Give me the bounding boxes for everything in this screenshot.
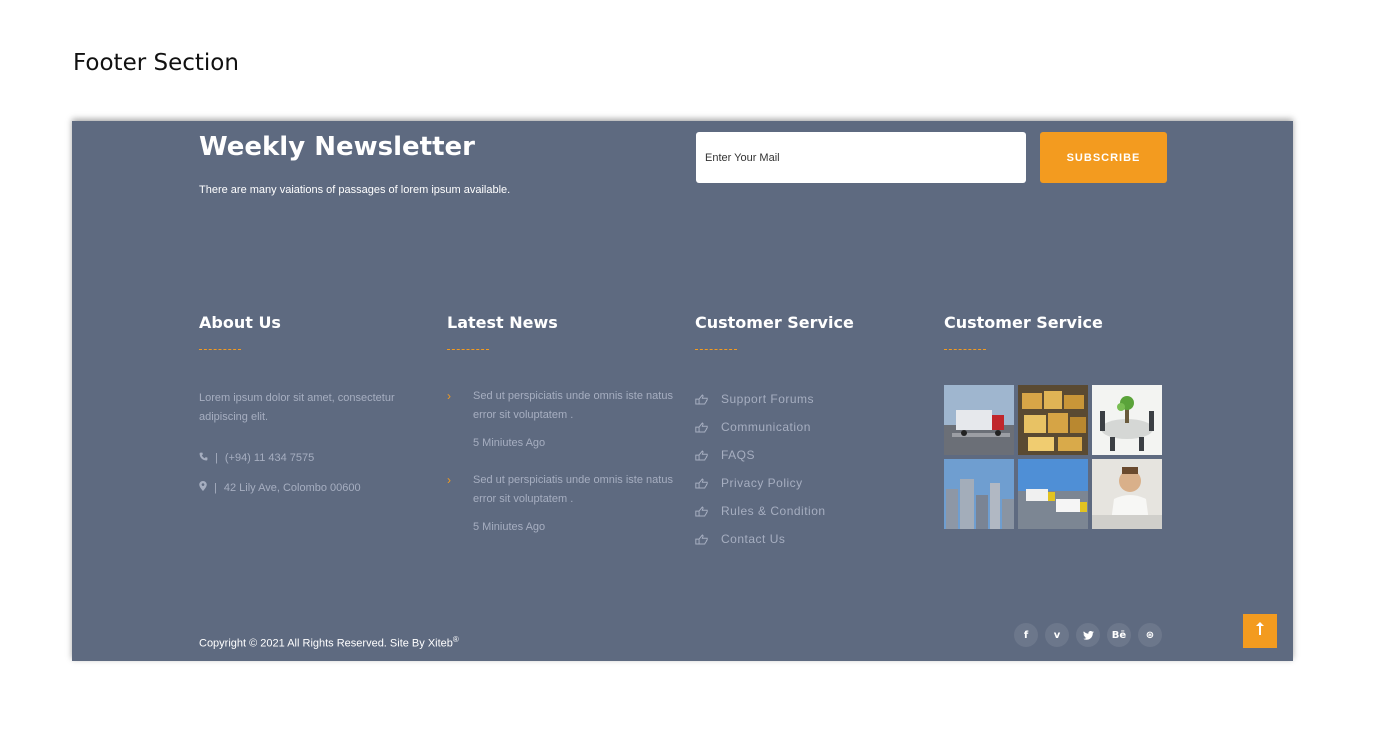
address-row: | 42 Lily Ave, Colombo 00600 (199, 481, 361, 494)
copyright: Copyright © 2021 All Rights Reserved. Si… (199, 635, 459, 650)
hand-pointing-icon (695, 533, 721, 545)
news-title: Latest News (447, 313, 558, 332)
news-divider (447, 349, 489, 350)
service-link-label: Support Forums (721, 392, 815, 406)
news-text[interactable]: Sed ut perspiciatis unde omnis iste natu… (473, 471, 678, 509)
service-link-rules-condition[interactable]: Rules & Condition (695, 497, 826, 525)
hand-pointing-icon (695, 393, 721, 405)
service-link-label: Contact Us (721, 532, 786, 546)
gallery-image-warehouse[interactable] (1018, 385, 1088, 455)
address-separator: | (214, 481, 217, 494)
gallery-title: Customer Service (944, 313, 1103, 332)
about-divider (199, 349, 241, 350)
social-links: f v Bē ⊛ (1014, 623, 1162, 647)
behance-icon[interactable]: Bē (1107, 623, 1131, 647)
service-link-label: Communication (721, 420, 811, 434)
copyright-text: Copyright © 2021 All Rights Reserved. Si… (199, 637, 453, 650)
service-title: Customer Service (695, 313, 854, 332)
arrow-up-icon (1256, 622, 1264, 640)
newsletter-subtitle: There are many vaiations of passages of … (199, 184, 511, 196)
service-link-privacy-policy[interactable]: Privacy Policy (695, 469, 826, 497)
hand-pointing-icon (695, 449, 721, 461)
service-divider (695, 349, 737, 350)
about-text: Lorem ipsum dolor sit amet, consectetur … (199, 392, 395, 423)
phone-icon (199, 452, 208, 464)
service-link-label: Rules & Condition (721, 504, 826, 518)
subscribe-button[interactable]: SUBSCRIBE (1040, 132, 1167, 183)
news-item[interactable]: › Sed ut perspiciatis unde omnis iste na… (447, 387, 677, 457)
phone-row: | (+94) 11 434 7575 (199, 452, 314, 464)
service-list: Support Forums Communication FAQS Privac… (695, 385, 826, 553)
hand-pointing-icon (695, 477, 721, 489)
back-to-top-button[interactable] (1243, 614, 1277, 648)
service-link-communication[interactable]: Communication (695, 413, 826, 441)
gallery-divider (944, 349, 986, 350)
map-marker-icon (199, 481, 207, 494)
service-link-faqs[interactable]: FAQS (695, 441, 826, 469)
gallery-image-truck[interactable] (944, 385, 1014, 455)
vimeo-icon[interactable]: v (1045, 623, 1069, 647)
news-item[interactable]: › Sed ut perspiciatis unde omnis iste na… (447, 471, 677, 541)
gallery-image-trucks[interactable] (1018, 459, 1088, 529)
service-link-support-forums[interactable]: Support Forums (695, 385, 826, 413)
hand-pointing-icon (695, 421, 721, 433)
twitter-icon[interactable] (1076, 623, 1100, 647)
service-link-contact-us[interactable]: Contact Us (695, 525, 826, 553)
phone-number: (+94) 11 434 7575 (224, 452, 315, 464)
service-link-label: FAQS (721, 448, 756, 462)
gallery-image-city[interactable] (944, 459, 1014, 529)
gallery-image-businessman[interactable] (1092, 459, 1162, 529)
phone-separator: | (215, 452, 218, 464)
about-title: About Us (199, 313, 281, 332)
registered-mark: ® (452, 635, 459, 644)
page-heading: Footer Section (73, 50, 239, 76)
news-time: 5 Miniutes Ago (473, 521, 546, 533)
image-gallery (944, 385, 1162, 529)
chevron-right-icon: › (447, 389, 451, 403)
email-field[interactable] (696, 132, 1026, 183)
facebook-icon[interactable]: f (1014, 623, 1038, 647)
chevron-right-icon: › (447, 473, 451, 487)
hand-pointing-icon (695, 505, 721, 517)
news-text[interactable]: Sed ut perspiciatis unde omnis iste natu… (473, 387, 678, 425)
news-time: 5 Miniutes Ago (473, 437, 546, 449)
service-link-label: Privacy Policy (721, 476, 803, 490)
newsletter-title: Weekly Newsletter (199, 132, 475, 162)
address-text: 42 Lily Ave, Colombo 00600 (223, 481, 361, 494)
dribbble-icon[interactable]: ⊛ (1138, 623, 1162, 647)
gallery-image-meeting[interactable] (1092, 385, 1162, 455)
footer: Weekly Newsletter There are many vaiatio… (72, 121, 1293, 661)
